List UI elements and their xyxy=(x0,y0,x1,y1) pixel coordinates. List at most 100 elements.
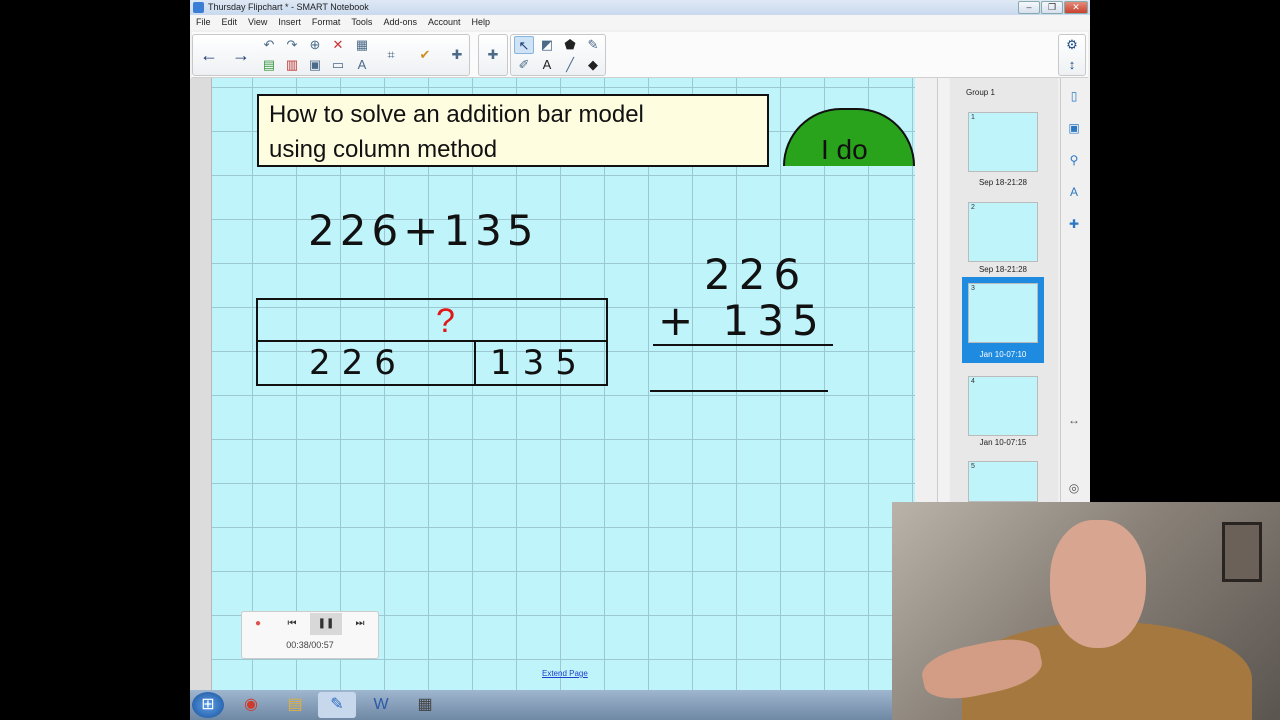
left-page-edge xyxy=(190,78,212,690)
menu-help[interactable]: Help xyxy=(472,15,491,30)
window-title: Thursday Flipchart * - SMART Notebook xyxy=(208,2,369,12)
bar-model-whole: ? xyxy=(258,300,606,342)
recorder-icon[interactable]: ▦ xyxy=(406,692,444,718)
toolbar-settings-group: ⚙ ↕ xyxy=(1058,34,1086,76)
slide-thumbnail-4[interactable]: 4 xyxy=(968,376,1038,436)
gallery-tab-icon[interactable]: ▣ xyxy=(1066,120,1082,136)
bar-model[interactable]: ? 226 135 xyxy=(256,298,608,386)
page-sorter-tab-icon[interactable]: ▯ xyxy=(1066,88,1082,104)
text-tool-icon[interactable]: A xyxy=(537,56,557,74)
table-icon[interactable]: ▦ xyxy=(352,36,372,54)
slide-caption-3: Jan 10-07:10 xyxy=(979,350,1027,359)
slide-title-line-1: How to solve an addition bar model xyxy=(269,101,644,128)
column-addend-1[interactable]: 226 xyxy=(704,250,808,299)
menu-file[interactable]: File xyxy=(196,15,211,30)
attachments-tab-icon[interactable]: ⚲ xyxy=(1066,152,1082,168)
screen-icon[interactable]: ▭ xyxy=(328,56,348,74)
add-page-icon[interactable]: ⊕ xyxy=(305,36,325,54)
column-addend-2[interactable]: + 135 xyxy=(658,296,827,345)
recorder-player: ● ⏮ ❚❚ ⏭ 00:38/00:57 xyxy=(241,611,379,659)
undo-icon[interactable]: ↶ xyxy=(259,36,279,54)
menu-addons[interactable]: Add-ons xyxy=(383,15,417,30)
playback-time: 00:38/00:57 xyxy=(286,640,334,650)
start-button[interactable]: ⊞ xyxy=(192,692,224,718)
presenter-face xyxy=(1050,520,1146,648)
text-recognize-icon[interactable]: A xyxy=(352,56,372,74)
delete-icon[interactable]: ✕ xyxy=(328,36,348,54)
explorer-icon[interactable]: ▤ xyxy=(276,692,314,718)
menu-insert[interactable]: Insert xyxy=(278,15,301,30)
column-line-top xyxy=(653,344,833,346)
redo-icon[interactable]: ↷ xyxy=(282,36,302,54)
menu-format[interactable]: Format xyxy=(312,15,341,30)
pen-tool-icon[interactable]: ✐ xyxy=(514,56,534,74)
pause-icon[interactable]: ❚❚ xyxy=(310,613,342,635)
app-icon xyxy=(193,2,204,13)
magic-pen-icon[interactable]: ✎ xyxy=(583,36,603,54)
minimize-button[interactable]: – xyxy=(1018,1,1040,14)
response-icon[interactable]: ✔ xyxy=(415,46,435,64)
i-do-label: I do xyxy=(821,134,868,165)
canvas-scrollbar[interactable] xyxy=(937,78,949,502)
save-icon[interactable]: ▣ xyxy=(305,56,325,74)
skip-back-icon[interactable]: ⏮ xyxy=(276,613,308,635)
title-bar: Thursday Flipchart * - SMART Notebook – … xyxy=(190,0,1090,15)
move-toolbar-icon[interactable]: ↕ xyxy=(1062,56,1082,74)
menu-account[interactable]: Account xyxy=(428,15,461,30)
record-icon[interactable]: ● xyxy=(242,613,274,635)
menu-bar: File Edit View Insert Format Tools Add-o… xyxy=(190,15,1090,30)
addons-tab-icon[interactable]: ✚ xyxy=(1066,216,1082,232)
slide-thumbnail-3[interactable]: 3 xyxy=(968,283,1038,343)
group-label[interactable]: Group 1 xyxy=(966,88,995,97)
page-sorter: Group 1 1 Sep 18-21:28 2 Sep 18-21:28 3 … xyxy=(950,78,1058,502)
chrome-icon[interactable]: ◉ xyxy=(232,692,270,718)
word-icon[interactable]: W xyxy=(362,692,400,718)
auto-hide-icon[interactable]: ◎ xyxy=(1066,480,1082,496)
shapes-tool-icon[interactable]: ◩ xyxy=(537,36,557,54)
close-button[interactable]: ✕ xyxy=(1064,1,1088,14)
screen-capture-icon[interactable]: ⌗ xyxy=(381,46,401,64)
slide-thumbnail-2[interactable]: 2 xyxy=(968,202,1038,262)
picture-frame xyxy=(1222,522,1262,582)
slide-title-box[interactable]: How to solve an addition bar model using… xyxy=(257,94,769,167)
addition-equation[interactable]: 226+135 xyxy=(308,206,539,255)
toolbar-tools-group: ↖ ◩ ⬟ ✎ ✐ A ╱ ◆ xyxy=(510,34,606,76)
puzzle-icon[interactable]: ✚ xyxy=(483,46,503,64)
resize-icon[interactable]: ↔ xyxy=(1066,412,1082,428)
gear-icon[interactable]: ⚙ xyxy=(1062,36,1082,54)
slide-thumbnail-5[interactable]: 5 xyxy=(968,461,1038,502)
skip-forward-icon[interactable]: ⏭ xyxy=(344,613,376,635)
menu-edit[interactable]: Edit xyxy=(222,15,238,30)
menu-view[interactable]: View xyxy=(248,15,267,30)
i-do-badge[interactable]: I do xyxy=(783,108,915,166)
addon-icon[interactable]: ✚ xyxy=(447,46,467,64)
open-file-icon[interactable]: ▤ xyxy=(259,56,279,74)
toolbar-puzzle-group: ✚ xyxy=(478,34,508,76)
toolbar: ← → ↶ ↷ ⊕ ✕ ▦ ▤ ▥ ▣ ▭ A ⌗ ✔ ✚ ✚ ↖ ◩ ⬟ ✎ … xyxy=(192,32,1088,78)
notebook-icon[interactable]: ✎ xyxy=(318,692,356,718)
slide-caption-1: Sep 18-21:28 xyxy=(978,178,1028,187)
eraser-icon[interactable]: ◆ xyxy=(583,56,603,74)
toolbar-main-group: ← → ↶ ↷ ⊕ ✕ ▦ ▤ ▥ ▣ ▭ A ⌗ ✔ ✚ xyxy=(192,34,470,76)
bar-model-part-1: 226 xyxy=(258,342,476,384)
webcam-overlay xyxy=(892,502,1280,720)
slide-thumbnail-1[interactable]: 1 xyxy=(968,112,1038,172)
previous-page-icon[interactable]: ← xyxy=(199,46,219,64)
unknown-total: ? xyxy=(436,302,455,340)
bar-model-part-2: 135 xyxy=(490,343,588,383)
line-tool-icon[interactable]: ╱ xyxy=(560,56,580,74)
slide-caption-2: Sep 18-21:28 xyxy=(978,265,1028,274)
select-tool-icon[interactable]: ↖ xyxy=(514,36,534,54)
slide-title-line-2: using column method xyxy=(269,136,498,163)
column-line-bottom xyxy=(650,390,828,392)
next-page-icon[interactable]: → xyxy=(231,46,251,64)
maximize-button[interactable]: ❐ xyxy=(1041,1,1063,14)
page-canvas[interactable]: How to solve an addition bar model using… xyxy=(212,78,915,690)
fill-tool-icon[interactable]: ⬟ xyxy=(560,36,580,54)
extend-page-link[interactable]: Extend Page xyxy=(542,669,588,678)
properties-tab-icon[interactable]: A xyxy=(1066,184,1082,200)
slide-caption-4: Jan 10-07:15 xyxy=(979,438,1027,447)
side-tabs: ▯ ▣ ⚲ A ✚ ↔ ◎ xyxy=(1060,78,1088,502)
menu-tools[interactable]: Tools xyxy=(351,15,372,30)
pdf-icon[interactable]: ▥ xyxy=(282,56,302,74)
